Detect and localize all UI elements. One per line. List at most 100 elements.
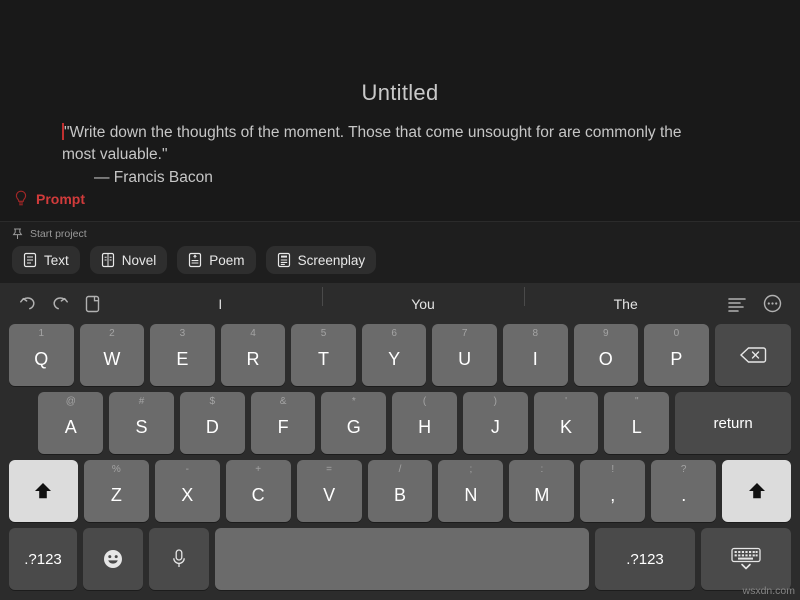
key-p[interactable]: 0P [644, 324, 709, 386]
key-label: K [560, 417, 573, 437]
key-numbers-left[interactable]: .?123 [9, 528, 77, 590]
key-o[interactable]: 9O [573, 324, 639, 386]
key-hint: + [255, 464, 262, 475]
key-f[interactable]: & F [250, 392, 316, 454]
microphone-icon [173, 549, 185, 567]
key-hint: @ [65, 396, 76, 407]
key-label: S [135, 417, 148, 437]
screenplay-icon [277, 252, 290, 268]
key-shift-right[interactable] [722, 460, 792, 522]
key-b[interactable]: / B [367, 460, 433, 522]
document-text-icon [23, 252, 37, 268]
keyboard-row-1: 1Q 2W 3E 4R 5T 6Y 7U 8I 9O 0P [0, 324, 800, 386]
key-x[interactable]: -X [154, 460, 220, 522]
key-label: T [318, 349, 330, 369]
key-label: F [277, 417, 289, 437]
start-project-row: Start project [12, 228, 87, 240]
key-period[interactable]: ?. [651, 460, 717, 522]
toolbar-left-icons [0, 294, 101, 313]
more-options-icon[interactable] [763, 294, 782, 313]
project-chip-label: Screenplay [297, 252, 366, 268]
key-hint: 1 [38, 328, 45, 339]
prompt-label: Prompt [36, 190, 85, 207]
project-bar: Start project Text Novel Poem Screenplay [0, 221, 800, 283]
key-hint: ) [493, 396, 497, 407]
book-icon [101, 252, 114, 268]
key-w[interactable]: 2W [79, 324, 145, 386]
project-chip-screenplay[interactable]: Screenplay [265, 246, 377, 274]
key-numbers-right[interactable]: .?123 [595, 528, 695, 590]
prediction-item-2[interactable]: The [524, 286, 727, 312]
keyboard-row-3: % Z -X + C = V / B ; N :M !, ?. [0, 460, 800, 522]
key-r[interactable]: 4R [220, 324, 286, 386]
key-hint: 3 [179, 328, 186, 339]
key-label: .?123 [24, 550, 62, 568]
key-n[interactable]: ; N [438, 460, 504, 522]
editor-area[interactable]: Untitled "Write down the thoughts of the… [0, 0, 800, 221]
shift-icon [748, 483, 765, 499]
key-hint: & [279, 396, 287, 407]
key-e[interactable]: 3E [150, 324, 215, 386]
key-z[interactable]: % Z [83, 460, 149, 522]
key-shift-left[interactable] [9, 460, 78, 522]
key-emoji[interactable] [83, 528, 143, 590]
key-c[interactable]: + C [225, 460, 291, 522]
prediction-item-0[interactable]: I [119, 296, 322, 312]
paste-icon[interactable] [84, 294, 101, 313]
key-label: W [103, 349, 121, 369]
key-v[interactable]: = V [296, 460, 362, 522]
key-backspace[interactable] [714, 324, 791, 386]
redo-icon[interactable] [51, 295, 70, 313]
project-chip-text[interactable]: Text [12, 246, 80, 274]
key-space[interactable] [215, 528, 589, 590]
key-l[interactable]: " L [604, 392, 670, 454]
text-format-icon[interactable] [727, 296, 747, 312]
key-comma[interactable]: !, [580, 460, 646, 522]
project-chip-novel[interactable]: Novel [89, 246, 168, 274]
key-q[interactable]: 1Q [9, 324, 74, 386]
key-label: return [713, 414, 753, 432]
key-hint: - [185, 464, 189, 475]
prompt-button[interactable]: Prompt [14, 190, 85, 207]
key-label: D [205, 417, 219, 437]
key-label: Z [110, 485, 122, 505]
key-label: B [394, 485, 407, 505]
key-return[interactable]: return [675, 392, 791, 454]
key-s[interactable]: # S [109, 392, 174, 454]
key-j[interactable]: ) J [462, 392, 528, 454]
key-microphone[interactable] [149, 528, 209, 590]
key-hide-keyboard[interactable] [701, 528, 791, 590]
key-t[interactable]: 5T [291, 324, 356, 386]
key-label: C [251, 485, 265, 505]
key-i[interactable]: 8I [502, 324, 568, 386]
key-a[interactable]: @ A [38, 392, 104, 454]
key-y[interactable]: 6Y [361, 324, 427, 386]
key-label: . [681, 485, 687, 505]
key-label: G [346, 417, 361, 437]
key-k[interactable]: ' K [533, 392, 599, 454]
key-label: R [246, 349, 260, 369]
project-chip-label: Novel [121, 252, 157, 268]
start-project-label: Start project [30, 228, 87, 240]
key-g[interactable]: * G [321, 392, 387, 454]
key-label: U [458, 349, 472, 369]
undo-icon[interactable] [18, 295, 37, 313]
project-chip-poem[interactable]: Poem [177, 246, 256, 274]
prediction-list: I You The [101, 286, 727, 312]
key-d[interactable]: $ D [179, 392, 245, 454]
document-attribution: — Francis Bacon [94, 169, 213, 186]
key-hint: = [326, 464, 332, 475]
prediction-item-1[interactable]: You [321, 286, 525, 312]
key-h[interactable]: (H [392, 392, 457, 454]
key-label: E [176, 349, 189, 369]
key-hint: 2 [109, 328, 115, 339]
key-label: O [598, 349, 613, 369]
key-u[interactable]: 7U [432, 324, 497, 386]
key-label: V [323, 485, 336, 505]
key-label: X [181, 485, 194, 505]
app-root: Untitled "Write down the thoughts of the… [0, 0, 800, 600]
key-m[interactable]: :M [509, 460, 575, 522]
key-hint: ; [469, 464, 473, 475]
key-label: .?123 [626, 550, 664, 568]
document-body[interactable]: "Write down the thoughts of the moment. … [62, 122, 734, 189]
